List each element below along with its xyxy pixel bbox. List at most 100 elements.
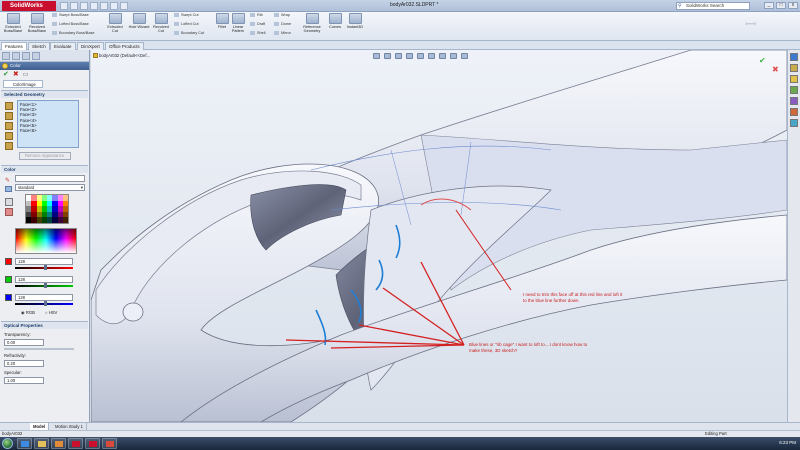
file-explorer-icon[interactable] (790, 75, 798, 83)
revolved-boss-button[interactable]: Revolved Boss/Base (26, 13, 48, 34)
rib-button[interactable]: Rib (250, 13, 263, 17)
refractivity-field[interactable]: 0.20 (4, 360, 44, 367)
tab-features[interactable]: Features (1, 42, 27, 50)
new-file-icon[interactable] (60, 2, 68, 10)
model-render[interactable] (91, 50, 787, 422)
search-input[interactable]: ⚲ SolidWorks Search (676, 2, 750, 10)
ok-check-icon[interactable]: ✔ (3, 71, 9, 78)
swept-cut-button[interactable]: Swept Cut (174, 13, 199, 17)
taskbar-explorer[interactable] (34, 438, 49, 449)
confirm-corner-check-icon[interactable]: ✔ (759, 56, 766, 65)
resources-icon[interactable] (790, 53, 798, 61)
edit-appearance-icon[interactable] (450, 53, 457, 59)
section-view-icon[interactable] (406, 53, 413, 59)
cancel-x-icon[interactable]: ✖ (13, 71, 19, 78)
open-file-icon[interactable] (70, 2, 78, 10)
appearances-icon[interactable] (790, 108, 798, 116)
system-tray-clock[interactable]: 6:23 PM (779, 440, 796, 445)
design-library-icon[interactable] (790, 64, 798, 72)
face-selection-list[interactable]: Face<1> Face<2> Face<3> Face<4> Face<5> … (17, 100, 79, 148)
taskbar-app[interactable] (102, 438, 117, 449)
lofted-boss-button[interactable]: Lofted Boss/Base (52, 22, 89, 26)
taskbar-ie[interactable] (17, 438, 32, 449)
red-slider-thumb[interactable] (44, 265, 47, 270)
graphics-area[interactable]: bodyAr032 (Default<<Def... ✔ ✖ I need to… (91, 50, 787, 422)
tab-evaluate[interactable]: Evaluate (50, 42, 76, 50)
surface-filter-icon[interactable] (5, 122, 13, 130)
body-filter-icon[interactable] (5, 132, 13, 140)
draft-button[interactable]: Draft (250, 22, 265, 26)
search-results-icon[interactable] (790, 86, 798, 94)
view-palette-icon[interactable] (790, 97, 798, 105)
tab-dimxpert[interactable]: DimXpert (77, 42, 104, 50)
hole-wizard-button[interactable]: Hole Wizard (128, 13, 150, 29)
transparency-field[interactable]: 0.00 (4, 339, 44, 346)
remove-appearance-button[interactable]: Remove Appearance (18, 152, 71, 160)
green-slider-thumb[interactable] (44, 283, 47, 288)
curves-button[interactable]: Curves (326, 13, 344, 29)
wrap-button[interactable]: Wrap (274, 13, 290, 17)
feature-tree-flyout[interactable]: bodyAr032 (Default<<Def... (93, 53, 150, 59)
apply-scene-icon[interactable] (461, 53, 468, 59)
shell-button[interactable]: Shell (250, 31, 265, 35)
green-value-field[interactable]: 128 (15, 276, 73, 283)
transparency-slider[interactable] (4, 348, 74, 350)
blue-slider-thumb[interactable] (44, 301, 47, 306)
feature-tree-icon[interactable] (2, 52, 10, 60)
custom-properties-icon[interactable] (790, 119, 798, 127)
taskbar-solidworks-2[interactable] (85, 438, 100, 449)
palette-dropdown[interactable]: standard (15, 184, 85, 191)
blue-value-field[interactable]: 128 (15, 294, 73, 301)
hsv-radio[interactable]: ○ HSV (45, 310, 57, 315)
lofted-cut-button[interactable]: Lofted Cut (174, 22, 199, 26)
zoom-fit-icon[interactable] (373, 53, 380, 59)
hide-show-icon[interactable] (439, 53, 446, 59)
mirror-button[interactable]: Mirror (274, 31, 291, 35)
taskbar-solidworks[interactable] (68, 438, 83, 449)
part-filter-icon[interactable] (5, 102, 13, 110)
view-orientation-icon[interactable] (417, 53, 424, 59)
dome-button[interactable]: Dome (274, 22, 291, 26)
list-item[interactable]: Face<6> (20, 128, 76, 133)
feature-filter-icon[interactable] (5, 142, 13, 150)
appearance-manager-icon[interactable] (32, 52, 40, 60)
pin-icon[interactable]: ▭ (23, 72, 29, 78)
swept-boss-button[interactable]: Swept Boss/Base (52, 13, 89, 17)
reference-geometry-button[interactable]: Reference Geometry (298, 13, 326, 34)
previous-view-icon[interactable] (395, 53, 402, 59)
eyedropper-icon[interactable]: ✎ (5, 177, 10, 184)
remove-swatch-icon[interactable] (5, 208, 13, 216)
boundary-boss-button[interactable]: Boundary Boss/Base (52, 31, 94, 35)
print-icon[interactable] (90, 2, 98, 10)
boundary-cut-button[interactable]: Boundary Cut (174, 31, 204, 35)
solidworks-logo[interactable]: SolidWorks (2, 1, 56, 11)
rebuild-icon[interactable] (110, 2, 118, 10)
face-filter-icon[interactable] (5, 112, 13, 120)
optical-properties-title[interactable]: Optical Properties (1, 322, 88, 329)
tab-sketch[interactable]: Sketch (28, 42, 50, 50)
zoom-area-icon[interactable] (384, 53, 391, 59)
revolved-cut-button[interactable]: Revolved Cut (150, 13, 172, 34)
start-button[interactable] (2, 438, 13, 449)
save-icon[interactable] (80, 2, 88, 10)
taskbar-media[interactable] (51, 438, 66, 449)
instant3d-button[interactable]: Instant3D (344, 13, 366, 29)
color-section-title[interactable]: Color (1, 166, 88, 173)
undo-icon[interactable] (100, 2, 108, 10)
confirm-corner-x-icon[interactable]: ✖ (772, 65, 779, 74)
add-swatch-icon[interactable] (5, 198, 13, 206)
maximize-button[interactable]: □ (776, 2, 786, 9)
options-icon[interactable] (120, 2, 128, 10)
extruded-boss-button[interactable]: Extruded Boss/Base (2, 13, 24, 34)
rgb-radio[interactable]: ◉ RGB (21, 310, 35, 315)
tab-office-products[interactable]: Office Products (105, 42, 144, 50)
green-slider[interactable] (15, 283, 73, 288)
tab-color-image[interactable]: Color/Image (3, 80, 43, 88)
blue-slider[interactable] (15, 301, 73, 306)
specular-field[interactable]: 1.00 (4, 377, 44, 384)
minimize-button[interactable]: _ (764, 2, 774, 9)
red-value-field[interactable]: 128 (15, 258, 73, 265)
selected-geometry-title[interactable]: Selected Geometry (1, 91, 88, 98)
color-spectrum-picker[interactable] (15, 228, 77, 254)
property-manager-icon[interactable] (12, 52, 20, 60)
